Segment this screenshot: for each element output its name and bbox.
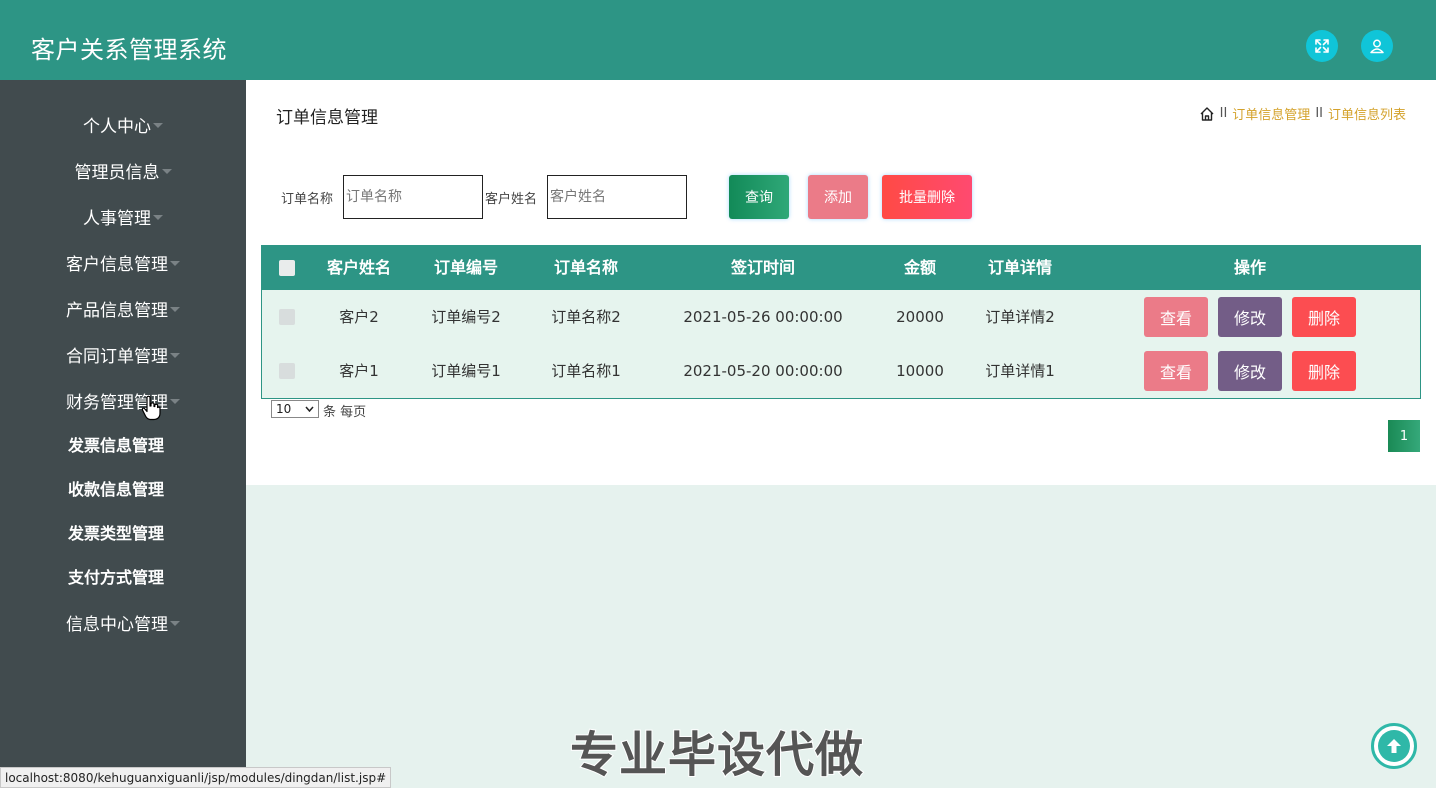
breadcrumb-item-order-management[interactable]: 订单信息管理 — [1232, 104, 1310, 123]
arrow-up-icon — [1387, 739, 1401, 753]
sidebar-item-label: 合同订单管理 — [66, 346, 168, 367]
sidebar-item-personal-center[interactable]: 个人中心 — [0, 106, 246, 142]
sidebar-item-label: 客户信息管理 — [66, 254, 168, 275]
sidebar-item-label: 个人中心 — [83, 116, 151, 137]
fullscreen-button[interactable] — [1306, 30, 1338, 62]
caret-down-icon — [153, 214, 163, 220]
sidebar-subitem-invoice-info[interactable]: 发票信息管理 — [0, 426, 232, 462]
caret-down-icon — [170, 352, 180, 358]
customer-name-input[interactable] — [547, 175, 687, 219]
view-button[interactable]: 查看 — [1144, 297, 1208, 337]
watermark-text: 专业毕设代做 — [569, 726, 865, 784]
order-name-input[interactable] — [343, 175, 483, 219]
page-title: 订单信息管理 — [276, 108, 378, 128]
breadcrumb: II 订单信息管理 II 订单信息列表 — [1199, 104, 1406, 123]
hand-cursor-icon — [141, 395, 161, 421]
column-header-order-name: 订单名称 — [553, 258, 618, 277]
caret-down-icon — [170, 620, 180, 626]
cell-signed-at: 2021-05-20 00:00:00 — [683, 362, 843, 380]
top-bar: 客户关系管理系统 — [0, 0, 1436, 80]
sidebar: 个人中心 管理员信息 人事管理 客户信息管理 产品信息管理 合同订单管理 财务管… — [0, 80, 246, 788]
sidebar-subitem-payment-received[interactable]: 收款信息管理 — [0, 470, 232, 506]
cell-amount: 20000 — [896, 308, 944, 326]
orders-table: 客户姓名 订单编号 订单名称 签订时间 金额 订单详情 操作 客户2 订单编号2… — [261, 245, 1421, 399]
sidebar-item-product-info[interactable]: 产品信息管理 — [0, 290, 246, 326]
page-size-value: 10 — [276, 402, 292, 416]
caret-down-icon — [170, 306, 180, 312]
page-size-select[interactable]: 10 — [271, 400, 319, 418]
edit-button[interactable]: 修改 — [1218, 297, 1282, 337]
caret-down-icon — [170, 260, 180, 266]
user-button[interactable] — [1361, 30, 1393, 62]
add-button[interactable]: 添加 — [808, 175, 868, 219]
browser-status-url: localhost:8080/kehuguanxiguanli/jsp/modu… — [0, 767, 392, 788]
sidebar-item-contract-orders[interactable]: 合同订单管理 — [0, 336, 246, 372]
page-number-button[interactable]: 1 — [1388, 420, 1420, 452]
batch-delete-button[interactable]: 批量删除 — [882, 175, 972, 219]
table-row: 客户2 订单编号2 订单名称2 2021-05-26 00:00:00 2000… — [262, 290, 1420, 344]
main-panel: 订单信息管理 II 订单信息管理 II 订单信息列表 订单名称 客户姓名 查询 … — [246, 80, 1436, 485]
row-checkbox[interactable] — [279, 309, 295, 325]
column-header-actions: 操作 — [1233, 258, 1266, 277]
column-header-amount: 金额 — [903, 258, 936, 277]
table-header: 客户姓名 订单编号 订单名称 签订时间 金额 订单详情 操作 — [262, 246, 1420, 290]
cell-details: 订单详情2 — [985, 308, 1055, 326]
caret-down-icon — [161, 168, 172, 174]
sidebar-item-label: 产品信息管理 — [66, 300, 168, 321]
cell-amount: 10000 — [896, 362, 944, 380]
cell-customer: 客户2 — [339, 308, 379, 326]
sidebar-subitem-invoice-type[interactable]: 发票类型管理 — [0, 514, 232, 550]
sidebar-item-info-center[interactable]: 信息中心管理 — [0, 604, 246, 640]
select-all-checkbox[interactable] — [279, 260, 295, 276]
breadcrumb-item-order-list[interactable]: 订单信息列表 — [1328, 104, 1406, 123]
sidebar-item-label: 管理员信息 — [74, 162, 160, 183]
user-icon — [1370, 39, 1384, 54]
query-button[interactable]: 查询 — [729, 175, 789, 219]
cell-order-name: 订单名称2 — [551, 308, 621, 326]
cell-order-no: 订单编号2 — [431, 308, 501, 326]
sidebar-item-label: 人事管理 — [83, 208, 151, 229]
sidebar-item-finance[interactable]: 财务管理管理 — [0, 382, 246, 418]
delete-button[interactable]: 删除 — [1292, 351, 1356, 391]
app-title: 客户关系管理系统 — [31, 36, 227, 64]
edit-button[interactable]: 修改 — [1218, 351, 1282, 391]
caret-down-icon — [170, 398, 180, 404]
page-size-suffix: 条 每页 — [323, 405, 367, 420]
order-name-label: 订单名称 — [281, 192, 334, 207]
column-header-customer: 客户姓名 — [326, 258, 391, 277]
home-icon[interactable] — [1199, 106, 1215, 122]
sidebar-item-label: 信息中心管理 — [66, 614, 168, 635]
view-button[interactable]: 查看 — [1144, 351, 1208, 391]
sidebar-item-admin-info[interactable]: 管理员信息 — [0, 152, 246, 188]
table-row: 客户1 订单编号1 订单名称1 2021-05-20 00:00:00 1000… — [262, 344, 1420, 398]
cell-signed-at: 2021-05-26 00:00:00 — [683, 308, 843, 326]
column-header-order-no: 订单编号 — [433, 258, 498, 277]
customer-name-label: 客户姓名 — [485, 192, 538, 207]
cell-details: 订单详情1 — [985, 362, 1055, 380]
expand-icon — [1315, 39, 1329, 53]
delete-button[interactable]: 删除 — [1292, 297, 1356, 337]
sidebar-subitem-payment-method[interactable]: 支付方式管理 — [0, 558, 232, 594]
chevron-down-icon — [305, 406, 314, 412]
cell-customer: 客户1 — [339, 362, 379, 380]
row-checkbox[interactable] — [279, 363, 295, 379]
scroll-to-top-button[interactable] — [1371, 723, 1417, 769]
sidebar-item-customer-info[interactable]: 客户信息管理 — [0, 244, 246, 280]
column-header-details: 订单详情 — [987, 258, 1052, 277]
caret-down-icon — [153, 122, 163, 128]
cell-order-no: 订单编号1 — [431, 362, 501, 380]
breadcrumb-separator: II — [1315, 106, 1323, 121]
cell-order-name: 订单名称1 — [551, 362, 621, 380]
breadcrumb-separator: II — [1219, 106, 1228, 121]
column-header-signed-at: 签订时间 — [730, 258, 795, 277]
sidebar-item-hr[interactable]: 人事管理 — [0, 198, 246, 234]
